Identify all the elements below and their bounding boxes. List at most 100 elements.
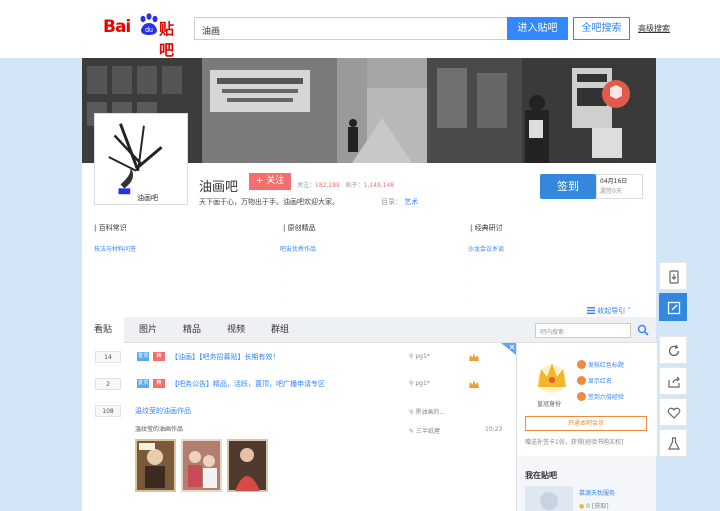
my-forum-title: 我在贴吧	[525, 471, 557, 480]
thread-title[interactable]: 【吧务公告】精品，活跃，置顶，吧广播申请专区	[171, 379, 325, 389]
featured-badge: 精	[153, 379, 165, 388]
open-membership-button[interactable]: 开通本吧会员	[525, 416, 647, 431]
perk-item: 签到六倍经验	[577, 392, 624, 401]
baidu-tieba-logo[interactable]: Bai du 贴吧	[103, 13, 185, 59]
tab-threads[interactable]: 看贴	[82, 317, 124, 343]
fold-guide-label: 收起导引	[597, 307, 626, 315]
crown-icon	[538, 363, 566, 393]
user-name[interactable]: 慕源天枕服务	[579, 488, 615, 497]
forum-avatar[interactable]: 油画吧	[94, 113, 188, 205]
thread-image-thumbnail[interactable]	[227, 439, 268, 492]
list-icon	[587, 307, 595, 314]
follow-count-label: 关注：	[297, 182, 316, 189]
avatar-caption: 油画吧	[137, 194, 158, 202]
perk-item: 显示红名	[577, 376, 612, 385]
thread-author-name: pg1*	[415, 380, 430, 387]
sticky-badge: 置顶	[137, 379, 149, 388]
user-meta-text: 0 [获取]	[586, 503, 609, 510]
paw-icon: du	[140, 13, 158, 35]
forum-stats: 关注：182,289 贴子：1,149,148	[297, 180, 394, 189]
last-reply-user[interactable]: ✎ 三半纸屋	[409, 426, 440, 435]
thread-author-name: 黑油画的...	[415, 409, 446, 416]
guide-group-title: | 百科常识	[94, 224, 127, 232]
user-meta: ● 0 [获取]	[579, 501, 609, 510]
feedback-button[interactable]	[659, 398, 687, 426]
perk-item: 发帖红色标题	[577, 360, 624, 369]
guide-group-link[interactable]: 吧友优秀作品	[280, 244, 316, 253]
sign-streak-suffix: 天	[615, 188, 622, 195]
share-button[interactable]	[659, 367, 687, 395]
last-reply-name: 三半纸屋	[415, 428, 440, 435]
membership-promo: 赠送补签卡1张，获得[经验书购买权]	[525, 439, 624, 446]
member-crown-icon	[469, 353, 479, 361]
advanced-search-link[interactable]: 高级搜索	[638, 23, 670, 34]
user-icon: ⚲	[409, 353, 414, 360]
name-perk-icon	[577, 376, 586, 385]
guide-group: | 百科常识 技法与材料问答	[94, 223, 136, 253]
edit-icon	[667, 301, 681, 315]
sign-in-button[interactable]: 签到	[540, 174, 596, 199]
user-avatar[interactable]	[525, 486, 573, 511]
thread-row[interactable]: 14 置顶 精 【油画】【吧务招募贴】长期有效！ ⚲ pg1*	[82, 348, 516, 370]
share-icon	[668, 376, 680, 388]
search-icon[interactable]	[637, 324, 649, 336]
forum-avatar-image	[95, 114, 187, 204]
heart-chat-icon	[667, 407, 681, 419]
search-all-button[interactable]: 全吧搜索	[573, 17, 630, 40]
guide-group-title: | 原创精品	[283, 224, 316, 232]
reply-count: 108	[95, 405, 121, 417]
guide-group-title: | 经典研讨	[470, 224, 503, 232]
perk-label: 签到六倍经验	[587, 394, 624, 401]
follow-count: 182,289	[315, 182, 340, 189]
sticky-badge: 置顶	[137, 352, 149, 361]
tab-featured[interactable]: 精品	[183, 317, 201, 343]
post-thread-button[interactable]	[659, 293, 687, 321]
guide-group-link[interactable]: 沙龙会议乡谈	[468, 244, 504, 253]
directory-label: 目录：	[381, 198, 402, 206]
lab-button[interactable]	[659, 429, 687, 457]
directory-link[interactable]: 艺术	[404, 198, 418, 206]
thread-image-thumbnail[interactable]	[181, 439, 222, 492]
fold-guide-toggle[interactable]: 收起导引 ˄	[587, 306, 631, 316]
guide-group-link[interactable]: 技法与材料问答	[94, 244, 136, 253]
reply-count: 2	[95, 378, 121, 390]
top-bar: Bai du 贴吧 油画 进入贴吧 全吧搜索 高级搜索	[0, 0, 720, 59]
thread-author[interactable]: ⚲ pg1*	[409, 380, 430, 387]
user-icon: ⚲	[409, 380, 414, 387]
tab-videos[interactable]: 视频	[227, 317, 245, 343]
thread-title[interactable]: 温纹莹的油画作品	[135, 406, 191, 416]
featured-badge: 精	[153, 352, 165, 361]
tab-images[interactable]: 图片	[139, 317, 157, 343]
enter-forum-button[interactable]: 进入贴吧	[507, 17, 568, 40]
logo-du-text: du	[145, 27, 153, 34]
thread-title[interactable]: 【油画】【吧务招募贴】长期有效！	[171, 352, 280, 362]
flask-icon	[668, 437, 680, 450]
download-app-button[interactable]	[659, 262, 687, 290]
title-perk-icon	[577, 360, 586, 369]
perk-label: 发帖红色标题	[587, 362, 624, 369]
follow-button[interactable]: + 关注	[249, 173, 291, 190]
perk-label: 显示红名	[587, 378, 612, 385]
forum-slogan: 天下画于心，万物出于手。油画吧欢迎大家。	[199, 198, 339, 206]
thread-author-name: pg1*	[415, 353, 430, 360]
forum-name: 油画吧	[199, 180, 239, 195]
refresh-button[interactable]	[659, 336, 687, 364]
thread-image-thumbnail[interactable]	[135, 439, 176, 492]
guide-group: | 经典研讨 沙龙会议乡谈	[468, 223, 504, 253]
tbean-icon: ●	[579, 503, 585, 510]
tab-groups[interactable]: 群组	[271, 317, 289, 343]
thread-row[interactable]: 2 置顶 精 【吧务公告】精品，活跃，置顶，吧广播申请专区 ⚲ pg1*	[82, 375, 516, 397]
user-icon: ⚲	[409, 409, 414, 416]
logo-bai-text: Bai	[103, 17, 131, 37]
thread-abstract: 温纹莹的油画作品	[135, 426, 184, 433]
sign-date: 04月16日	[600, 178, 628, 185]
search-input[interactable]: 油画	[194, 17, 508, 40]
thread-author[interactable]: ⚲ 黑油画的...	[409, 407, 445, 416]
thread-row[interactable]: 108 温纹莹的油画作品 ⚲ 黑油画的... 温纹莹的油画作品 ✎ 三半纸屋 1…	[82, 402, 516, 502]
thread-author[interactable]: ⚲ pg1*	[409, 353, 430, 360]
chevron-up-icon: ˄	[627, 307, 631, 315]
sign-streak-label: 漏签	[600, 188, 613, 195]
posts-count-label: 贴子：	[345, 182, 364, 189]
last-reply-time: 10:23	[485, 426, 503, 433]
forum-search-input[interactable]: 吧内搜索	[535, 323, 631, 338]
